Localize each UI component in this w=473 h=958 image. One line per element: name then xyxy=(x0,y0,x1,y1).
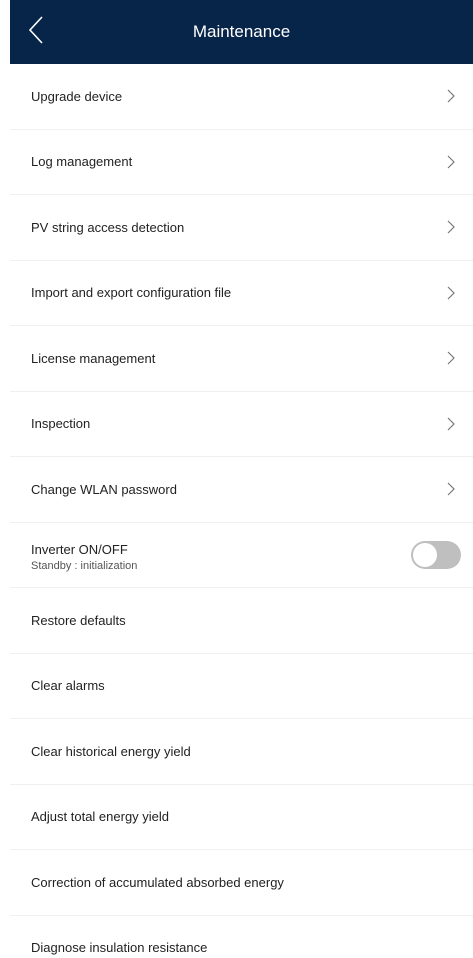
chevron-right-icon xyxy=(447,286,455,300)
menu-item-label: PV string access detection xyxy=(31,219,185,235)
chevron-right-icon xyxy=(447,155,455,169)
menu-item-clear-alarms[interactable]: Clear alarms xyxy=(10,654,473,719)
inverter-toggle-switch[interactable] xyxy=(411,540,461,569)
menu-item-license-management[interactable]: License management xyxy=(10,326,473,392)
menu-item-log-management[interactable]: Log management xyxy=(10,130,473,195)
menu-item-label: Log management xyxy=(31,154,133,170)
chevron-right-icon xyxy=(447,89,455,103)
menu-item-diagnose-insulation-resistance[interactable]: Diagnose insulation resistance xyxy=(10,916,473,958)
maintenance-screen: Maintenance Upgrade device Log managemen… xyxy=(0,0,473,958)
menu-item-label: License management xyxy=(31,350,156,366)
menu-item-pv-string-access-detection[interactable]: PV string access detection xyxy=(10,195,473,261)
menu-item-label: Clear alarms xyxy=(31,678,105,694)
menu-item-label: Import and export configuration file xyxy=(31,285,232,301)
back-button[interactable] xyxy=(16,10,56,54)
menu-item-inspection[interactable]: Inspection xyxy=(10,392,473,457)
menu-item-label: Adjust total energy yield xyxy=(31,809,170,825)
menu-item-label: Inspection xyxy=(31,416,91,432)
menu-item-restore-defaults[interactable]: Restore defaults xyxy=(10,588,473,654)
menu-item-change-wlan-password[interactable]: Change WLAN password xyxy=(10,457,473,523)
inverter-label: Inverter ON/OFF xyxy=(31,541,128,557)
menu-item-label: Upgrade device xyxy=(31,88,123,104)
chevron-left-icon xyxy=(27,15,45,50)
chevron-right-icon xyxy=(447,351,455,365)
app-header: Maintenance xyxy=(10,0,473,64)
left-edge-strip xyxy=(0,0,10,958)
menu-item-label: Change WLAN password xyxy=(31,481,177,497)
menu-item-upgrade-device[interactable]: Upgrade device xyxy=(10,64,473,130)
menu-item-label: Diagnose insulation resistance xyxy=(31,940,208,956)
maintenance-menu-list: Upgrade device Log management PV string … xyxy=(10,64,473,958)
menu-item-clear-historical-energy-yield[interactable]: Clear historical energy yield xyxy=(10,719,473,785)
menu-item-import-export-config[interactable]: Import and export configuration file xyxy=(10,261,473,326)
menu-item-label: Clear historical energy yield xyxy=(31,743,191,759)
menu-item-adjust-total-energy-yield[interactable]: Adjust total energy yield xyxy=(10,785,473,850)
page-title: Maintenance xyxy=(192,22,291,41)
chevron-right-icon xyxy=(447,417,455,431)
menu-item-inverter-on-off: Inverter ON/OFF Standby : initialization xyxy=(10,523,473,588)
menu-item-correction-accumulated-absorbed-energy[interactable]: Correction of accumulated absorbed energ… xyxy=(10,850,473,916)
chevron-right-icon xyxy=(447,482,455,496)
inverter-status-text: Standby : initialization xyxy=(31,559,138,572)
menu-item-label: Restore defaults xyxy=(31,612,126,628)
toggle-knob xyxy=(413,542,437,567)
chevron-right-icon xyxy=(447,220,455,234)
menu-item-label: Correction of accumulated absorbed energ… xyxy=(31,874,284,890)
